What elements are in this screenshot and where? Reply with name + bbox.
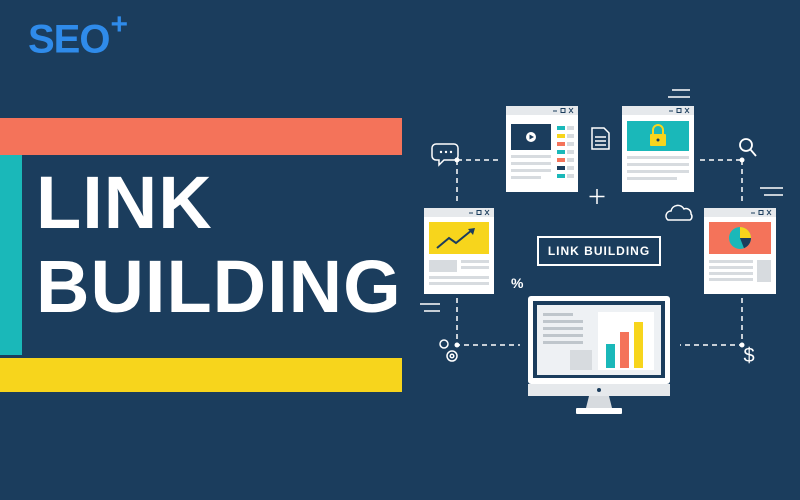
gear-icon (439, 339, 458, 362)
seo-logo: SEO+ (28, 10, 128, 62)
orange-stripe (0, 118, 402, 155)
chat-bubble-icon (431, 143, 459, 167)
trend-page-window (424, 208, 494, 294)
search-icon (739, 138, 757, 157)
plus-icon (589, 189, 605, 204)
headline-line2: BUILDING (36, 245, 402, 328)
yellow-stripe (0, 358, 402, 392)
headline-line1: LINK (36, 161, 213, 244)
logo-text: SEO (28, 17, 110, 62)
teal-stripe (0, 155, 22, 355)
logo-plus: + (110, 8, 128, 41)
bar-chart-icon (598, 312, 654, 370)
document-icon (591, 127, 610, 150)
percent-icon: % (511, 275, 524, 291)
secure-page-window (622, 106, 694, 192)
svg-text:$: $ (743, 345, 754, 367)
pie-chart-icon (729, 227, 751, 249)
monitor-icon (528, 296, 670, 414)
center-link-building-label: LINK BUILDING (537, 236, 661, 266)
dollar-icon: $ (743, 345, 754, 367)
cloud-icon (665, 204, 693, 221)
video-page-window (506, 106, 578, 192)
analytics-page-window (704, 208, 776, 294)
